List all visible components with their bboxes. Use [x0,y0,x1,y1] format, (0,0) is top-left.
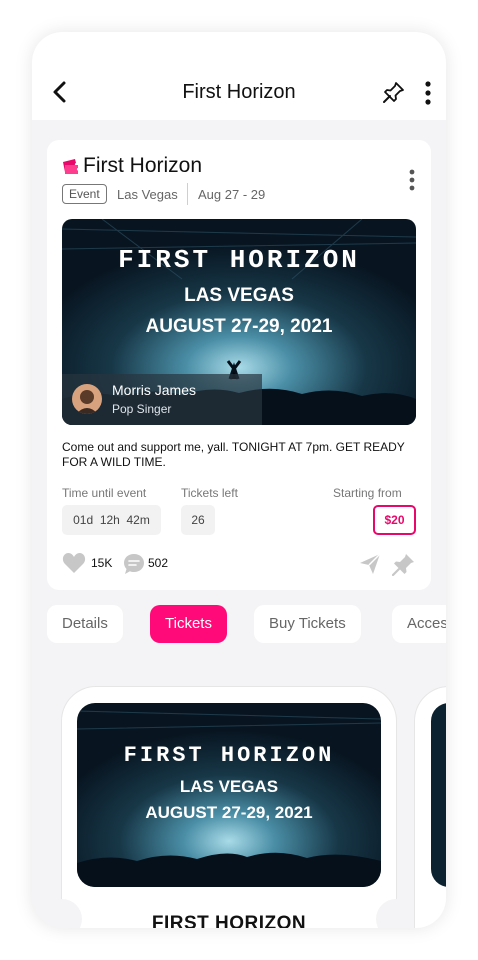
tab-details[interactable]: Details [47,605,123,643]
ticket-banner [431,703,446,887]
artist-box[interactable]: Morris James Pop Singer [62,374,262,425]
ticket-banner: FIRST HORIZON LAS VEGAS AUGUST 27-29, 20… [77,703,381,887]
poster-city: LAS VEGAS [179,777,279,796]
tickets-left-label: Tickets left [181,486,238,500]
ticket-card[interactable] [415,687,446,928]
ticket-notch [42,899,82,928]
price-button[interactable]: $20 [373,505,416,535]
pin-icon[interactable] [392,552,416,576]
ticket-card[interactable]: FIRST HORIZON LAS VEGAS AUGUST 27-29, 20… [42,687,416,928]
artist-name: Morris James [112,382,197,398]
time-until-label: Time until event [62,486,147,500]
event-type-badge: Event [62,184,107,204]
top-bar: First Horizon [32,32,446,120]
countdown-value: 01d 12h 42m [62,505,161,535]
tab-access[interactable]: Acces [392,605,446,643]
pin-icon[interactable] [382,80,406,104]
poster-dates: AUGUST 27-29, 2021 [145,316,333,337]
poster-title: FIRST HORIZON [118,245,360,275]
tab-buy-tickets[interactable]: Buy Tickets [254,605,361,643]
event-banner[interactable]: FIRST HORIZON LAS VEGAS AUGUST 27-29, 20… [62,219,416,425]
tickets-left-value: 26 [181,505,215,535]
event-location: Las Vegas [117,187,178,202]
poster-city: LAS VEGAS [184,285,294,306]
event-card: First Horizon Event Las Vegas Aug 27 - 2… [47,140,431,590]
avatar [72,384,102,414]
comments-count: 502 [148,556,169,570]
poster-title: FIRST HORIZON [123,743,335,768]
poster-dates: AUGUST 27-29, 2021 [145,803,313,822]
more-vertical-icon[interactable] [405,168,419,192]
event-dates: Aug 27 - 29 [198,187,266,202]
ticket-notch [376,899,416,928]
heart-icon[interactable] [62,552,86,574]
tab-tickets[interactable]: Tickets [150,605,227,643]
likes-count: 15K [91,556,113,570]
ticket-title: FIRST HORIZON [151,913,307,928]
starting-from-label: Starting from [333,486,402,500]
meta-divider [187,183,188,205]
phone-screen: First Horizon First Horizon Event Las Ve… [32,32,446,928]
event-description: Come out and support me, yall. TONIGHT A… [62,440,405,469]
ticket-icon [63,159,78,174]
artist-role: Pop Singer [112,402,172,416]
event-title: First Horizon [83,154,203,177]
more-vertical-icon[interactable] [422,80,434,106]
comment-icon[interactable] [123,553,145,575]
share-icon[interactable] [358,552,382,576]
